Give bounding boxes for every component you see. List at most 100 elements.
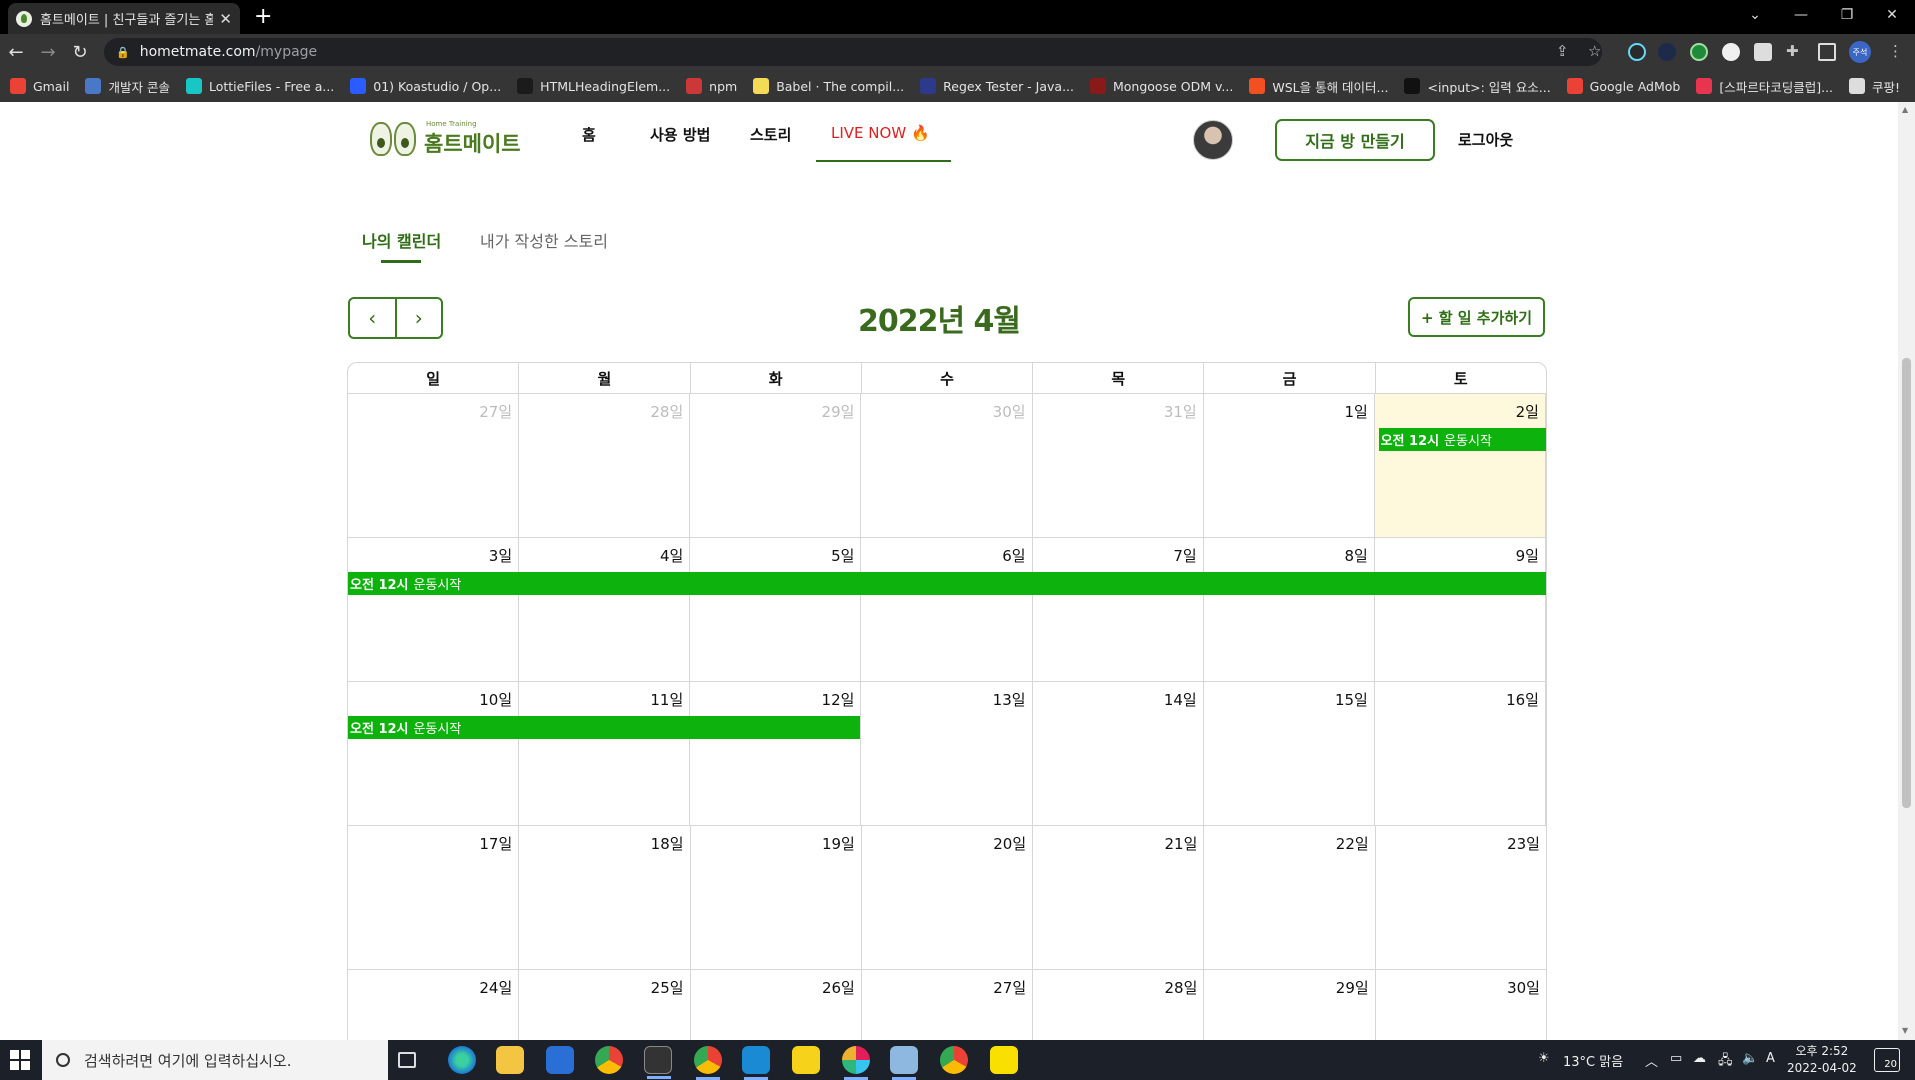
chrome-second-icon[interactable] (940, 1046, 968, 1074)
taskbar-search-input[interactable]: 검색하려면 여기에 입력하십시오. (42, 1040, 388, 1080)
scrollbar-thumb[interactable] (1902, 358, 1911, 808)
share-icon[interactable]: ⇪ (1556, 42, 1569, 60)
minimize-icon[interactable]: — (1778, 0, 1824, 30)
notification-center-icon[interactable]: 20 (1874, 1048, 1900, 1072)
bookmark-item[interactable]: Babel · The compil... (753, 78, 904, 94)
logout-link[interactable]: 로그아웃 (1458, 129, 1513, 150)
nav-how-to[interactable]: 사용 방법 (650, 124, 710, 145)
calendar-day-cell[interactable]: 29일 (690, 394, 862, 537)
bookmark-item[interactable]: HTMLHeadingElem... (517, 78, 670, 94)
bookmark-item[interactable]: Google AdMob (1566, 78, 1680, 94)
forward-icon[interactable]: → (36, 40, 60, 64)
extension-white-icon[interactable] (1722, 43, 1740, 61)
ime-indicator[interactable]: A (1766, 1051, 1775, 1066)
add-todo-button[interactable]: + 할 일 추가하기 (1408, 297, 1545, 337)
scroll-up-icon[interactable]: ▲ (1902, 105, 1908, 114)
calendar-day-cell[interactable]: 30일 (861, 394, 1033, 537)
calendar-day-cell[interactable]: 23일 (1376, 826, 1546, 969)
chrome-icon[interactable] (595, 1046, 623, 1074)
tab-my-stories[interactable]: 내가 작성한 스토리 (480, 228, 608, 252)
edge-icon[interactable] (448, 1046, 476, 1074)
close-window-icon[interactable]: ✕ (1869, 0, 1915, 30)
calendar-day-cell[interactable]: 9일 (1375, 538, 1546, 681)
restore-icon[interactable]: ❐ (1824, 0, 1870, 30)
bookmark-item[interactable]: 쿠팡! (1849, 77, 1900, 96)
scroll-down-icon[interactable]: ▼ (1902, 1026, 1908, 1035)
vscode-icon[interactable] (742, 1046, 770, 1080)
calendar-day-cell[interactable]: 6일 (861, 538, 1033, 681)
volume-muted-icon[interactable]: 🔈 (1742, 1051, 1758, 1066)
mail-icon[interactable] (546, 1046, 574, 1074)
calendar-day-cell[interactable]: 11일 (519, 682, 691, 825)
close-tab-icon[interactable]: ✕ (219, 10, 232, 28)
slack-icon[interactable] (842, 1046, 870, 1080)
task-view-icon[interactable] (398, 1052, 416, 1068)
next-month-button[interactable]: › (397, 299, 442, 337)
site-logo[interactable]: Home Training 홈트메이트 (370, 120, 521, 158)
calendar-day-cell[interactable]: 25일 (519, 970, 691, 1040)
calendar-day-cell[interactable]: 13일 (861, 682, 1033, 825)
calendar-day-cell[interactable]: 27일 (862, 970, 1034, 1040)
calendar-day-cell[interactable]: 20일 (862, 826, 1034, 969)
calendar-day-cell[interactable]: 16일 (1375, 682, 1546, 825)
calendar-day-cell[interactable]: 27일 (348, 394, 520, 537)
calendar-day-cell[interactable]: 28일 (519, 394, 691, 537)
bookmark-item[interactable]: npm (686, 78, 737, 94)
tab-my-calendar[interactable]: 나의 캘린더 (362, 228, 441, 252)
tray-cloud-icon[interactable]: ☁ (1693, 1051, 1706, 1066)
tray-chevron-icon[interactable]: ︿ (1645, 1051, 1658, 1070)
calendar-day-cell[interactable]: 1일 (1204, 394, 1375, 537)
kakaotalk-icon[interactable] (990, 1046, 1018, 1074)
extension-green-icon[interactable] (1690, 43, 1708, 61)
browser-tab[interactable]: 홈트메이트 | 친구들과 즐기는 홈 ✕ (8, 3, 240, 34)
bookmark-item[interactable]: LottieFiles - Free a... (185, 78, 334, 94)
bookmark-item[interactable]: Gmail (10, 78, 69, 94)
calendar-day-cell[interactable]: 21일 (1033, 826, 1205, 969)
bookmark-star-icon[interactable]: ☆ (1588, 42, 1601, 60)
weather-sun-icon[interactable]: ☀ (1538, 1051, 1550, 1066)
calendar-day-cell[interactable]: 31일 (1033, 394, 1204, 537)
bookmark-item[interactable]: 개발자 콘솔 (85, 77, 170, 96)
calendar-event[interactable]: 오전 12시 운동시작 (348, 572, 1546, 595)
make-room-button[interactable]: 지금 방 만들기 (1275, 119, 1435, 161)
calendar-day-cell[interactable]: 19일 (691, 826, 862, 969)
extension-dark-icon[interactable] (1658, 43, 1676, 61)
calendar-day-cell[interactable]: 29일 (1204, 970, 1376, 1040)
calendar-event[interactable]: 오전 12시 운동시작 (1378, 428, 1546, 451)
user-avatar[interactable] (1193, 120, 1233, 160)
nav-live-now[interactable]: LIVE NOW 🔥 (831, 124, 930, 142)
chrome-profile-icon[interactable] (694, 1046, 722, 1080)
bookmark-item[interactable]: WSL을 통해 데이터... (1249, 77, 1388, 96)
bookmark-item[interactable]: Mongoose ODM v... (1090, 78, 1233, 94)
bookmark-item[interactable]: [스파르타코딩클럽]... (1696, 77, 1833, 96)
calendar-day-cell[interactable]: 10일 (348, 682, 520, 825)
new-tab-icon[interactable]: + (254, 4, 272, 29)
calendar-day-cell[interactable]: 28일 (1033, 970, 1205, 1040)
react-devtools-icon[interactable] (1628, 43, 1646, 61)
calendar-day-cell[interactable]: 15일 (1204, 682, 1375, 825)
extension-list-icon[interactable] (1754, 43, 1772, 61)
calendar-day-cell[interactable]: 3일 (348, 538, 520, 681)
prev-month-button[interactable]: ‹ (350, 299, 397, 337)
calendar-event[interactable]: 오전 12시 운동시작 (348, 716, 861, 739)
calendar-day-cell[interactable]: 17일 (348, 826, 520, 969)
calendar-day-cell[interactable]: 4일 (519, 538, 691, 681)
taskbar-clock[interactable]: 오후 2:52 2022-04-02 (1787, 1043, 1857, 1077)
calendar-day-cell[interactable]: 12일 (690, 682, 862, 825)
calendar-day-cell[interactable]: 24일 (348, 970, 520, 1040)
network-icon[interactable]: 🖧 (1718, 1051, 1733, 1073)
file-explorer-icon[interactable] (496, 1046, 524, 1074)
tab-search-chevron-icon[interactable]: ⌄ (1732, 0, 1778, 30)
weather-text[interactable]: 13°C 맑음 (1563, 1051, 1623, 1070)
page-scrollbar[interactable]: ▲ ▼ (1898, 102, 1915, 1040)
bookmark-item[interactable]: Regex Tester - Java... (920, 78, 1074, 94)
calendar-day-cell[interactable]: 26일 (691, 970, 862, 1040)
bookmark-item[interactable]: <input>: 입력 요소... (1404, 77, 1551, 96)
address-bar[interactable]: 🔒 hometmate.com/mypage (104, 38, 1602, 66)
reload-icon[interactable]: ↻ (68, 40, 92, 64)
calendar-day-cell[interactable]: 8일 (1204, 538, 1375, 681)
nav-story[interactable]: 스토리 (750, 124, 791, 145)
tray-device-icon[interactable]: ▭ (1670, 1051, 1682, 1066)
extensions-puzzle-icon[interactable]: ✚ (1786, 42, 1799, 60)
side-panel-icon[interactable] (1818, 43, 1836, 61)
